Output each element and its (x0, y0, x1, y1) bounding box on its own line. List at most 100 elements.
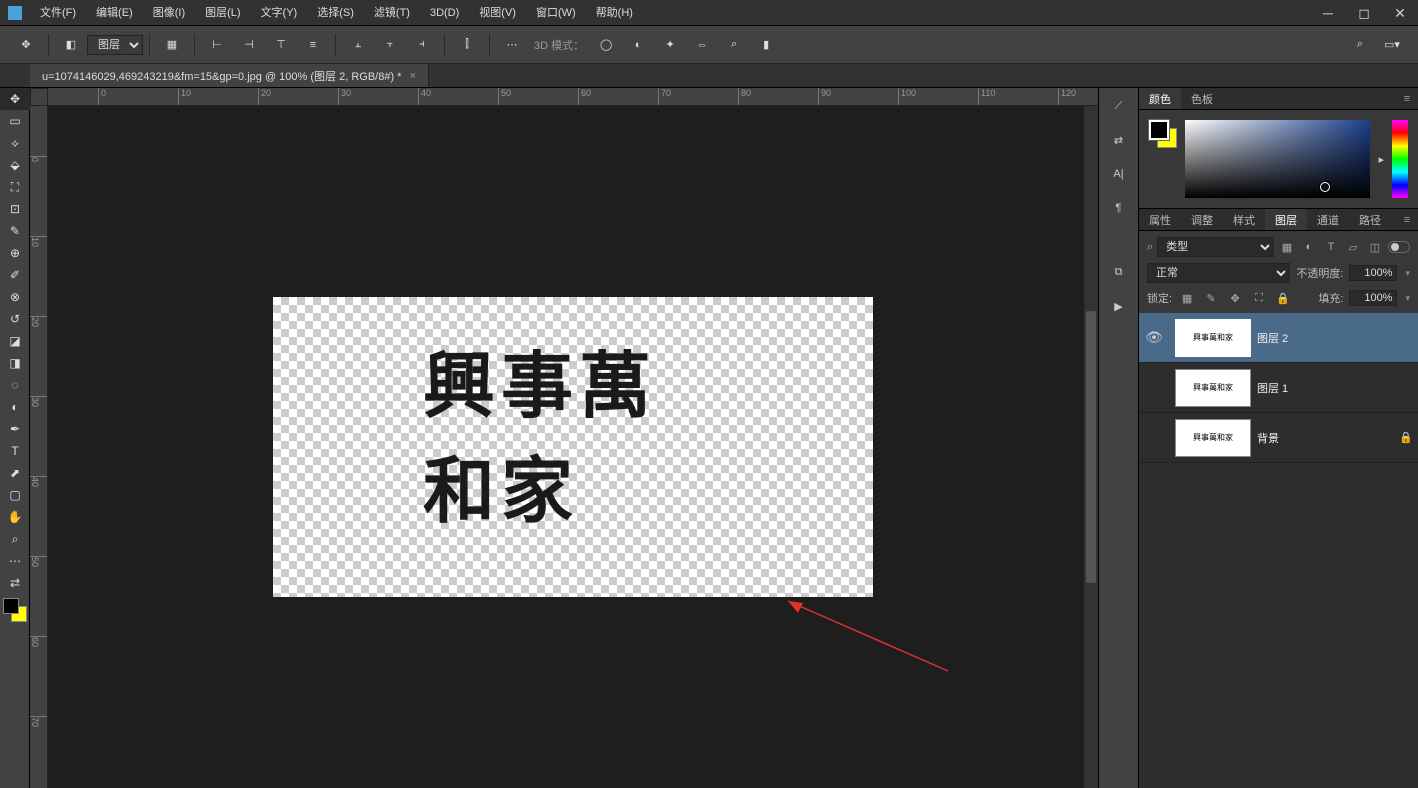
layer-lock-icon[interactable]: 🔒 (1394, 431, 1418, 444)
layer-filter-dropdown[interactable]: 类型 (1157, 237, 1274, 257)
menu-view[interactable]: 视图(V) (469, 0, 526, 26)
tab-channels[interactable]: 通道 (1307, 209, 1349, 230)
move-tool-icon[interactable]: ✥ (12, 31, 40, 59)
filter-type-icon[interactable]: T (1322, 238, 1340, 256)
filter-shape-icon[interactable]: ▱ (1344, 238, 1362, 256)
color-swatch[interactable] (3, 598, 27, 622)
tab-layers[interactable]: 图层 (1265, 209, 1307, 230)
fill-dropdown-icon[interactable]: ▾ (1405, 293, 1410, 304)
ruler-origin[interactable] (30, 88, 48, 106)
layer-thumbnail[interactable]: 興事萬和家 (1175, 419, 1251, 457)
tab-styles[interactable]: 样式 (1223, 209, 1265, 230)
brush-tool[interactable]: ✐ (0, 264, 30, 286)
swap-colors-icon[interactable]: ⇄ (0, 572, 30, 594)
more-options-icon[interactable]: ⋯ (498, 31, 526, 59)
tab-adjustments[interactable]: 调整 (1181, 209, 1223, 230)
layer-thumbnail[interactable]: 興事萬和家 (1175, 319, 1251, 357)
path-tool[interactable]: ⬈ (0, 462, 30, 484)
menu-edit[interactable]: 编辑(E) (86, 0, 143, 26)
hue-slider-handle[interactable]: ▸ (1378, 153, 1384, 166)
close-button[interactable]: ✕ (1382, 0, 1418, 26)
vertical-scrollbar[interactable] (1084, 106, 1098, 788)
tab-paths[interactable]: 路径 (1349, 209, 1391, 230)
gradient-tool[interactable]: ◨ (0, 352, 30, 374)
paragraph-icon[interactable]: ¶ (1105, 196, 1133, 220)
healing-tool[interactable]: ⊕ (0, 242, 30, 264)
menu-filter[interactable]: 滤镜(T) (364, 0, 420, 26)
menu-image[interactable]: 图像(I) (143, 0, 195, 26)
layer-visibility-icon[interactable]: 👁 (1139, 329, 1169, 346)
filter-pixel-icon[interactable]: ▦ (1278, 238, 1296, 256)
align-center-h-icon[interactable]: ⊣ (235, 31, 263, 59)
lock-image-icon[interactable]: ✎ (1202, 289, 1220, 307)
dodge-tool[interactable]: ◐ (0, 396, 30, 418)
tab-properties[interactable]: 属性 (1139, 209, 1181, 230)
layer-item[interactable]: 👁 興事萬和家 图层 2 (1139, 313, 1418, 363)
document-tab[interactable]: u=1074146029,469243219&fm=15&gp=0.jpg @ … (30, 64, 429, 87)
stamp-tool[interactable]: ⊗ (0, 286, 30, 308)
brush-settings-icon[interactable]: ⟋ (1105, 94, 1133, 118)
transform-controls-icon[interactable]: ▦ (158, 31, 186, 59)
menu-layer[interactable]: 图层(L) (195, 0, 250, 26)
hand-tool[interactable]: ✋ (0, 506, 30, 528)
magic-wand-tool[interactable]: ⬙ (0, 154, 30, 176)
align-justify-icon[interactable]: ≡ (299, 31, 327, 59)
canvas[interactable]: 興事萬和家 (273, 297, 873, 597)
auto-select-icon[interactable]: ◧ (57, 31, 85, 59)
layer-name[interactable]: 图层 2 (1257, 330, 1418, 346)
eyedropper-tool[interactable]: ✎ (0, 220, 30, 242)
3d-zoom-icon[interactable]: ⌕ (720, 31, 748, 59)
app-logo-icon[interactable] (8, 6, 22, 20)
menu-text[interactable]: 文字(Y) (251, 0, 308, 26)
menu-window[interactable]: 窗口(W) (526, 0, 586, 26)
hue-strip[interactable] (1392, 120, 1408, 198)
layer-name[interactable]: 背景 (1257, 430, 1394, 446)
minimize-button[interactable]: ─ (1310, 0, 1346, 26)
move-tool[interactable]: ✥ (0, 88, 30, 110)
crop-tool[interactable]: ⛶ (0, 176, 30, 198)
3d-orbit-icon[interactable]: ◯ (592, 31, 620, 59)
ruler-vertical[interactable]: 0 10 20 30 40 50 60 70 (30, 106, 48, 788)
lock-transparent-icon[interactable]: ▦ (1178, 289, 1196, 307)
layer-item[interactable]: 興事萬和家 背景 🔒 (1139, 413, 1418, 463)
filter-adjust-icon[interactable]: ◐ (1300, 238, 1318, 256)
lock-position-icon[interactable]: ✥ (1226, 289, 1244, 307)
menu-3d[interactable]: 3D(D) (420, 0, 469, 26)
blend-mode-dropdown[interactable]: 正常 (1147, 263, 1290, 283)
align-top-icon[interactable]: ⫠ (344, 31, 372, 59)
tab-swatches[interactable]: 色板 (1181, 88, 1223, 109)
screen-mode-icon[interactable]: ▭▾ (1378, 31, 1406, 59)
close-tab-icon[interactable]: × (409, 70, 415, 82)
3d-slide-icon[interactable]: ⇔ (688, 31, 716, 59)
pen-tool[interactable]: ✒ (0, 418, 30, 440)
menu-help[interactable]: 帮助(H) (586, 0, 643, 26)
3d-roll-icon[interactable]: ◐ (624, 31, 652, 59)
eraser-tool[interactable]: ◪ (0, 330, 30, 352)
layer-name[interactable]: 图层 1 (1257, 380, 1418, 396)
maximize-button[interactable]: ◻ (1346, 0, 1382, 26)
tab-color[interactable]: 颜色 (1139, 88, 1181, 109)
align-bottom-icon[interactable]: ⫞ (408, 31, 436, 59)
align-middle-icon[interactable]: ⫟ (376, 31, 404, 59)
align-left-icon[interactable]: ⊢ (203, 31, 231, 59)
layer-thumbnail[interactable]: 興事萬和家 (1175, 369, 1251, 407)
color-field[interactable] (1185, 120, 1370, 198)
panel-menu-icon[interactable]: ≡ (1396, 88, 1418, 109)
swap-panel-icon[interactable]: ⇄ (1105, 128, 1133, 152)
character-icon[interactable]: A| (1105, 162, 1133, 186)
filter-toggle[interactable] (1388, 241, 1410, 253)
shape-tool[interactable]: ▢ (0, 484, 30, 506)
auto-select-dropdown[interactable]: 图层 (87, 35, 143, 55)
history-panel-icon[interactable]: ⧉ (1105, 260, 1133, 284)
edit-toolbar-icon[interactable]: ⋯ (0, 550, 30, 572)
blur-tool[interactable]: ◌ (0, 374, 30, 396)
ruler-horizontal[interactable]: 0 10 20 30 40 50 60 70 80 90 100 110 120 (48, 88, 1098, 106)
align-right-icon[interactable]: ⊤ (267, 31, 295, 59)
zoom-tool[interactable]: ⌕ (0, 528, 30, 550)
frame-tool[interactable]: ⊡ (0, 198, 30, 220)
menu-select[interactable]: 选择(S) (307, 0, 364, 26)
actions-play-icon[interactable]: ▶ (1105, 294, 1133, 318)
history-brush-tool[interactable]: ↺ (0, 308, 30, 330)
foreground-color[interactable] (3, 598, 19, 614)
opacity-value[interactable]: 100% (1349, 265, 1397, 281)
